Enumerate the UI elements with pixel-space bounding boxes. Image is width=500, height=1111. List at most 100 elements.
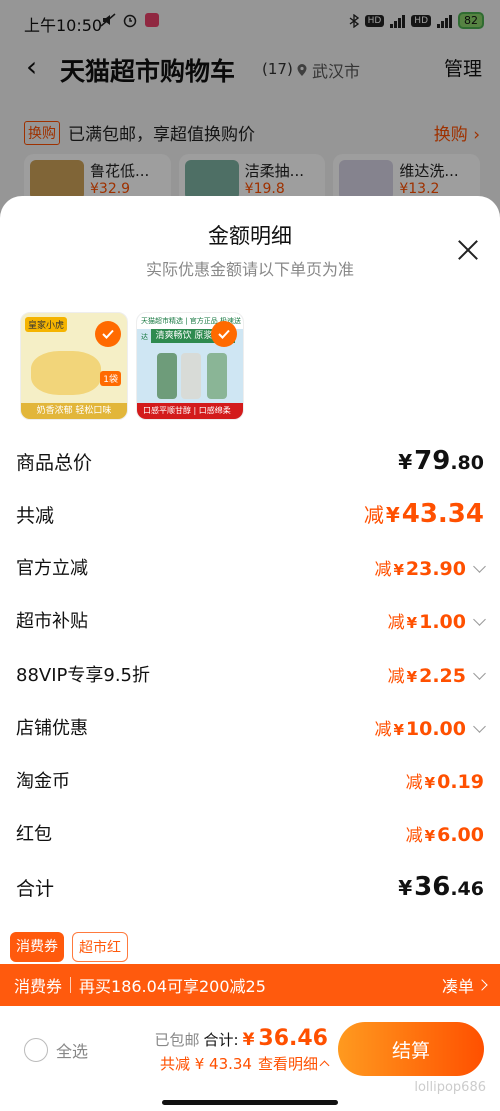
divider [70,977,72,993]
currency-symbol: ¥ [424,826,436,845]
minus-label: 减 [374,719,392,740]
currency-symbol: ¥ [406,613,418,632]
chevron-up-icon [319,1060,330,1071]
row-label: 红包 [16,824,52,845]
row-label: 共减 [16,504,55,527]
beer-can-image [207,353,227,399]
tab-consumer-coupon[interactable]: 消费券 [10,932,64,962]
row-supermarket-subsidy[interactable]: 超市补贴 减 ¥ 1.00 [16,607,486,633]
row-store-discount[interactable]: 店铺优惠 减 ¥ 10.00 [16,714,486,740]
minus-label: 减 [405,772,423,793]
amount: 10.00 [405,717,466,740]
price-detail-sheet: 金额明细 实际优惠金额请以下单页为准 皇家小虎 1袋 奶香浓郁 轻松口味 天猫超… [0,196,500,964]
row-label: 官方立减 [16,558,88,579]
amount-integer: 36 [414,872,451,902]
total-label: 合计: [203,1031,239,1049]
product-thumbnail-noodles[interactable]: 皇家小虎 1袋 奶香浓郁 轻松口味 [20,312,128,420]
chevron-right-icon [476,979,488,991]
currency-symbol: ¥ [406,667,418,686]
beer-can-image [157,353,177,399]
row-label: 超市补贴 [16,611,88,632]
currency-symbol: ¥ [398,450,413,474]
row-value: ¥ 36 .46 [398,872,484,902]
row-total-discount: 共减 减 ¥ 43.34 [16,499,484,529]
add-items-label: 凑单 [441,977,474,996]
select-all-toggle[interactable]: 全选 [24,1038,88,1062]
product-badge: 1袋 [100,371,121,386]
row-value: 减 ¥ 6.00 [406,821,484,846]
row-label: 88VIP专享9.5折 [16,665,151,686]
coupon-tag: 消费券 [14,977,63,996]
totals: 已包邮 合计: ¥ 36.46 共减 ¥ 43.34 查看明细 [140,1026,330,1074]
selected-check-icon [95,321,121,347]
row-value: 减 ¥ 2.25 [387,662,486,687]
minus-label: 减 [405,825,423,846]
currency-symbol: ¥ [424,773,436,792]
chevron-down-icon[interactable] [473,666,486,680]
row-label: 商品总价 [16,451,93,474]
amount: 0.19 [437,770,484,793]
amount: 6.00 [437,823,484,846]
checkout-button[interactable]: 结算 [338,1022,484,1076]
select-all-radio[interactable] [24,1038,48,1062]
chevron-down-icon[interactable] [473,612,486,626]
row-value: 减 ¥ 1.00 [387,608,486,633]
amount: 2.25 [419,664,466,687]
row-value: 减 ¥ 43.34 [364,499,484,529]
currency-symbol: ¥ [398,876,413,900]
sheet-title: 金额明细 [208,224,292,248]
amount: 23.90 [405,557,466,580]
chevron-down-icon[interactable] [473,719,486,733]
product-brand: 皇家小虎 [25,317,68,332]
product-thumbnail-beer[interactable]: 天猫超市精选 | 官方正品 极速送达 清爽畅饮 原浆麦香 口感平顺甘醇 | 口感… [136,312,244,420]
checkout-bar: 全选 已包邮 合计: ¥ 36.46 共减 ¥ 43.34 查看明细 结算 lo… [0,1006,500,1111]
row-taojinbi: 淘金币 减 ¥ 0.19 [16,767,484,793]
beer-can-image [181,353,201,399]
row-88vip[interactable]: 88VIP专享9.5折 减 ¥ 2.25 [16,661,486,687]
minus-label: 减 [363,503,384,527]
watermark: lollipop686 [414,1080,486,1095]
minus-label: 减 [387,612,405,633]
free-shipping-label: 已包邮 [154,1031,200,1049]
coupon-banner: 消费券 再买186.04可享200减25 凑单 [0,964,500,1006]
saved-amount: 共减 ¥ 43.34 [159,1055,252,1073]
product-strip: 奶香浓郁 轻松口味 [21,403,127,419]
row-value: 减 ¥ 0.19 [406,768,484,793]
sheet-subtitle: 实际优惠金额请以下单页为准 [145,260,354,279]
row-label: 店铺优惠 [16,718,88,739]
row-official-discount[interactable]: 官方立减 减 ¥ 23.90 [16,554,486,580]
selected-check-icon [211,321,237,347]
product-strip: 口感平顺甘醇 | 口感绵柔 [137,403,243,419]
view-details-label: 查看明细 [257,1055,318,1073]
amount: 43.34 [401,499,484,529]
noodle-image [31,351,101,395]
coupon-tabs: 消费券 超市红 [10,932,128,962]
chevron-down-icon[interactable] [473,559,486,573]
amount-decimal: .46 [450,878,484,900]
currency-symbol: ¥ [393,560,404,579]
row-value: ¥ 79 .80 [398,446,484,476]
total-amount: 36.46 [258,1026,328,1051]
amount: 1.00 [419,610,466,633]
minus-label: 减 [374,559,392,580]
row-value: 减 ¥ 10.00 [374,715,486,740]
row-label: 合计 [16,877,55,900]
row-label: 淘金币 [16,771,70,792]
coupon-text: 再买186.04可享200减25 [79,977,266,996]
currency-symbol: ¥ [385,503,400,527]
currency-symbol: ¥ [393,720,404,739]
currency-symbol: ¥ [242,1030,255,1050]
row-total: 合计 ¥ 36 .46 [16,872,484,902]
amount-integer: 79 [414,446,451,476]
home-indicator[interactable] [162,1100,338,1105]
view-details-link[interactable]: 查看明细 [257,1053,330,1074]
row-red-packet: 红包 减 ¥ 6.00 [16,820,484,846]
row-subtotal: 商品总价 ¥ 79 .80 [16,446,484,476]
add-items-link[interactable]: 凑单 [441,973,488,997]
select-all-label: 全选 [56,1042,89,1061]
minus-label: 减 [387,666,405,687]
amount-decimal: .80 [450,452,484,474]
row-value: 减 ¥ 23.90 [374,555,486,580]
close-icon[interactable] [456,238,480,262]
tab-supermarket-red-packet[interactable]: 超市红 [72,932,128,962]
